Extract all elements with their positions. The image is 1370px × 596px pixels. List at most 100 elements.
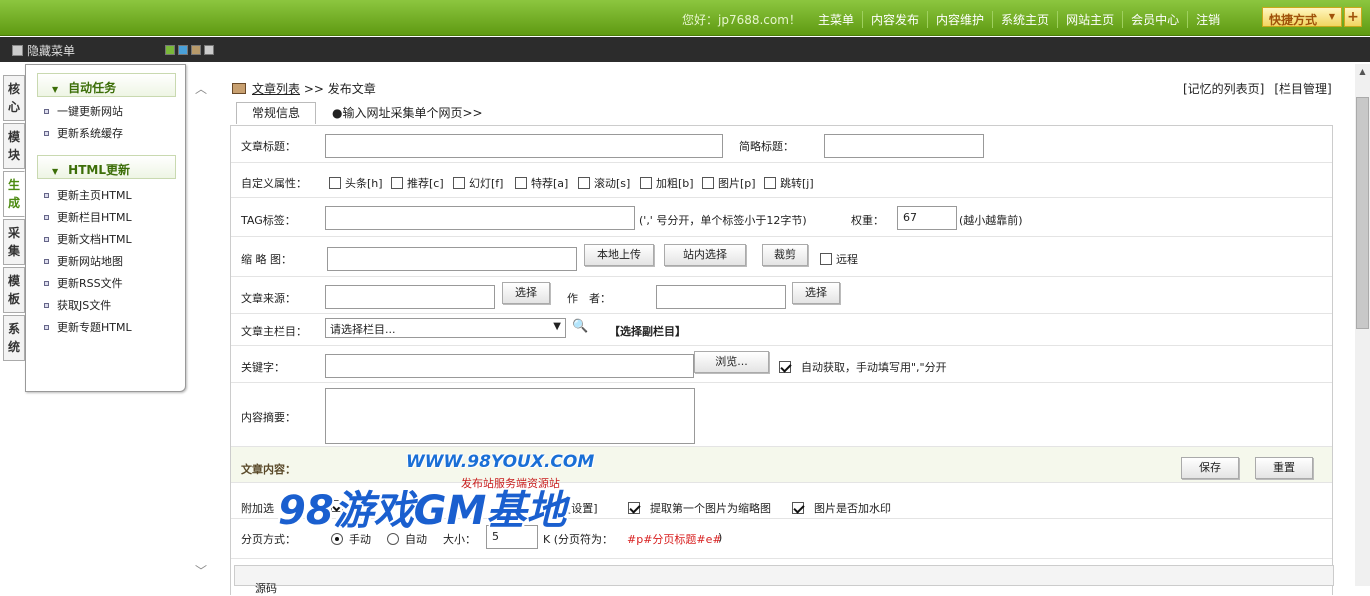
checkbox[interactable]: [820, 253, 832, 265]
source-select-button[interactable]: 选择: [502, 282, 550, 304]
tag-input[interactable]: [325, 206, 635, 230]
author-input[interactable]: [656, 285, 786, 309]
attr-special[interactable]: 特荐[a]: [515, 175, 568, 191]
nav-system-home[interactable]: 系统主页: [992, 11, 1057, 28]
tab-core[interactable]: 核心: [3, 75, 25, 121]
row-column: 文章主栏目： 请选择栏目... ▼ 🔍 【选择副栏目】: [231, 314, 1332, 346]
attr-bold[interactable]: 加粗[b]: [640, 175, 694, 191]
short-title-input[interactable]: [824, 134, 984, 158]
checkbox[interactable]: [515, 177, 527, 189]
row-tag: TAG标签： (',' 号分开，单个标签小于12字节) 权重： 67 (越小越靠…: [231, 198, 1332, 237]
bullet-icon: [44, 281, 49, 286]
nav-content-publish[interactable]: 内容发布: [862, 11, 927, 28]
hide-menu-toggle[interactable]: 隐藏菜单: [12, 42, 75, 59]
row-source: 文章来源： 选择 作 者： 选择: [231, 277, 1332, 314]
attr-text: 滚动[s]: [594, 177, 631, 190]
skin-swatch-brown[interactable]: [191, 45, 201, 55]
editor-source-button[interactable]: 源码: [255, 580, 277, 596]
sidebar-item-update-home[interactable]: 更新主页HTML: [44, 185, 185, 207]
attr-image[interactable]: 图片[p]: [702, 175, 756, 191]
vertical-scrollbar[interactable]: ▲: [1355, 64, 1370, 586]
reset-button[interactable]: 重置: [1255, 457, 1313, 479]
tab-general-info[interactable]: 常规信息: [236, 102, 316, 124]
sidebar-item-update-sitemap[interactable]: 更新网站地图: [44, 251, 185, 273]
quick-menu-button[interactable]: 快捷方式 ▼: [1262, 7, 1342, 27]
collapse-arrow-down-icon[interactable]: ﹀: [195, 562, 207, 579]
checkbox[interactable]: [329, 177, 341, 189]
attr-recommend[interactable]: 推荐[c]: [391, 175, 444, 191]
attr-text: 图片[p]: [718, 177, 756, 190]
scroll-up-icon[interactable]: ▲: [1355, 64, 1370, 80]
source-input[interactable]: [325, 285, 495, 309]
sidebar-item-update-columns[interactable]: 更新栏目HTML: [44, 207, 185, 229]
extract-first-image-option[interactable]: 提取第一个图片为缩略图: [628, 500, 771, 516]
browse-button[interactable]: 浏览...: [694, 351, 769, 373]
checkbox[interactable]: [702, 177, 714, 189]
checkbox[interactable]: [453, 177, 465, 189]
watermark-logo: WWW.98YOUX.COM 发布站服务端资源站 98游戏GM基地: [278, 452, 608, 572]
breadcrumb-link-article-list[interactable]: 文章列表: [252, 82, 300, 96]
author-select-button[interactable]: 选择: [792, 282, 840, 304]
auto-keywords-option[interactable]: 自动获取，手动填写用","分开: [779, 359, 947, 375]
section-header-auto-tasks[interactable]: ▼ 自动任务: [37, 73, 176, 97]
tab-collect[interactable]: 采集: [3, 219, 25, 265]
watermark-url: WWW.98YOUX.COM: [406, 452, 595, 472]
sidebar-item-update-site[interactable]: 一键更新网站: [44, 101, 185, 123]
keywords-input[interactable]: [325, 354, 694, 378]
title-label: 文章标题：: [241, 140, 296, 153]
checkbox[interactable]: [764, 177, 776, 189]
section-header-html-update[interactable]: ▼ HTML更新: [37, 155, 176, 179]
select-sub-column-link[interactable]: 【选择副栏目】: [609, 323, 686, 339]
tab-templates[interactable]: 模板: [3, 267, 25, 313]
attr-scroll[interactable]: 滚动[s]: [578, 175, 630, 191]
tab-system[interactable]: 系统: [3, 315, 25, 361]
form-tabs: 常规信息 ●输入网址采集单个网页>>: [236, 102, 483, 124]
collapse-arrow-up-icon[interactable]: ︿: [195, 80, 207, 97]
checkbox[interactable]: [578, 177, 590, 189]
attr-slide[interactable]: 幻灯[f]: [453, 175, 503, 191]
checkbox-checked[interactable]: [792, 502, 804, 514]
sidebar-item-label: 更新栏目HTML: [57, 211, 132, 224]
skin-swatch-gray[interactable]: [204, 45, 214, 55]
attr-headline[interactable]: 头条[h]: [329, 175, 383, 191]
skin-swatch-green[interactable]: [165, 45, 175, 55]
bullet-icon: [44, 259, 49, 264]
skin-swatch-blue[interactable]: [178, 45, 188, 55]
checkbox[interactable]: [391, 177, 403, 189]
checkbox[interactable]: [640, 177, 652, 189]
sidebar-item-update-topics[interactable]: 更新专题HTML: [44, 317, 185, 339]
link-remembered-list[interactable]: [记忆的列表页]: [1183, 82, 1264, 96]
sidebar-item-update-docs[interactable]: 更新文档HTML: [44, 229, 185, 251]
save-button[interactable]: 保存: [1181, 457, 1239, 479]
nav-member-center[interactable]: 会员中心: [1122, 11, 1187, 28]
summary-textarea[interactable]: [325, 388, 695, 444]
attr-redirect[interactable]: 跳转[j]: [764, 175, 814, 191]
nav-site-home[interactable]: 网站主页: [1057, 11, 1122, 28]
weight-input[interactable]: 67: [897, 206, 957, 230]
sidebar-item-update-rss[interactable]: 更新RSS文件: [44, 273, 185, 295]
nav-main-menu[interactable]: 主菜单: [810, 11, 862, 28]
watermark-option[interactable]: 图片是否加水印: [792, 500, 891, 516]
keywords-label: 关键字：: [241, 361, 285, 374]
checkbox-checked[interactable]: [779, 361, 791, 373]
nav-content-maintain[interactable]: 内容维护: [927, 11, 992, 28]
sidebar-item-update-cache[interactable]: 更新系统缓存: [44, 123, 185, 145]
remote-option[interactable]: 远程: [820, 251, 858, 267]
column-select[interactable]: 请选择栏目... ▼: [325, 318, 566, 338]
checkbox-checked[interactable]: [628, 502, 640, 514]
search-icon[interactable]: 🔍: [572, 319, 588, 334]
site-select-button[interactable]: 站内选择: [664, 244, 746, 266]
tab-generate[interactable]: 生成: [3, 171, 25, 217]
tab-modules[interactable]: 模块: [3, 123, 25, 169]
add-shortcut-button[interactable]: +: [1344, 7, 1362, 27]
scrollbar-thumb[interactable]: [1356, 97, 1369, 329]
sidebar-item-get-js[interactable]: 获取JS文件: [44, 295, 185, 317]
title-input[interactable]: [325, 134, 723, 158]
nav-logout[interactable]: 注销: [1187, 11, 1228, 28]
crop-button[interactable]: 裁剪: [762, 244, 808, 266]
link-column-manage[interactable]: [栏目管理]: [1274, 82, 1331, 96]
upload-local-button[interactable]: 本地上传: [584, 244, 654, 266]
tab-collect-url[interactable]: ●输入网址采集单个网页>>: [332, 102, 483, 124]
sidebar-item-label: 更新专题HTML: [57, 321, 132, 334]
thumb-input[interactable]: [327, 247, 577, 271]
